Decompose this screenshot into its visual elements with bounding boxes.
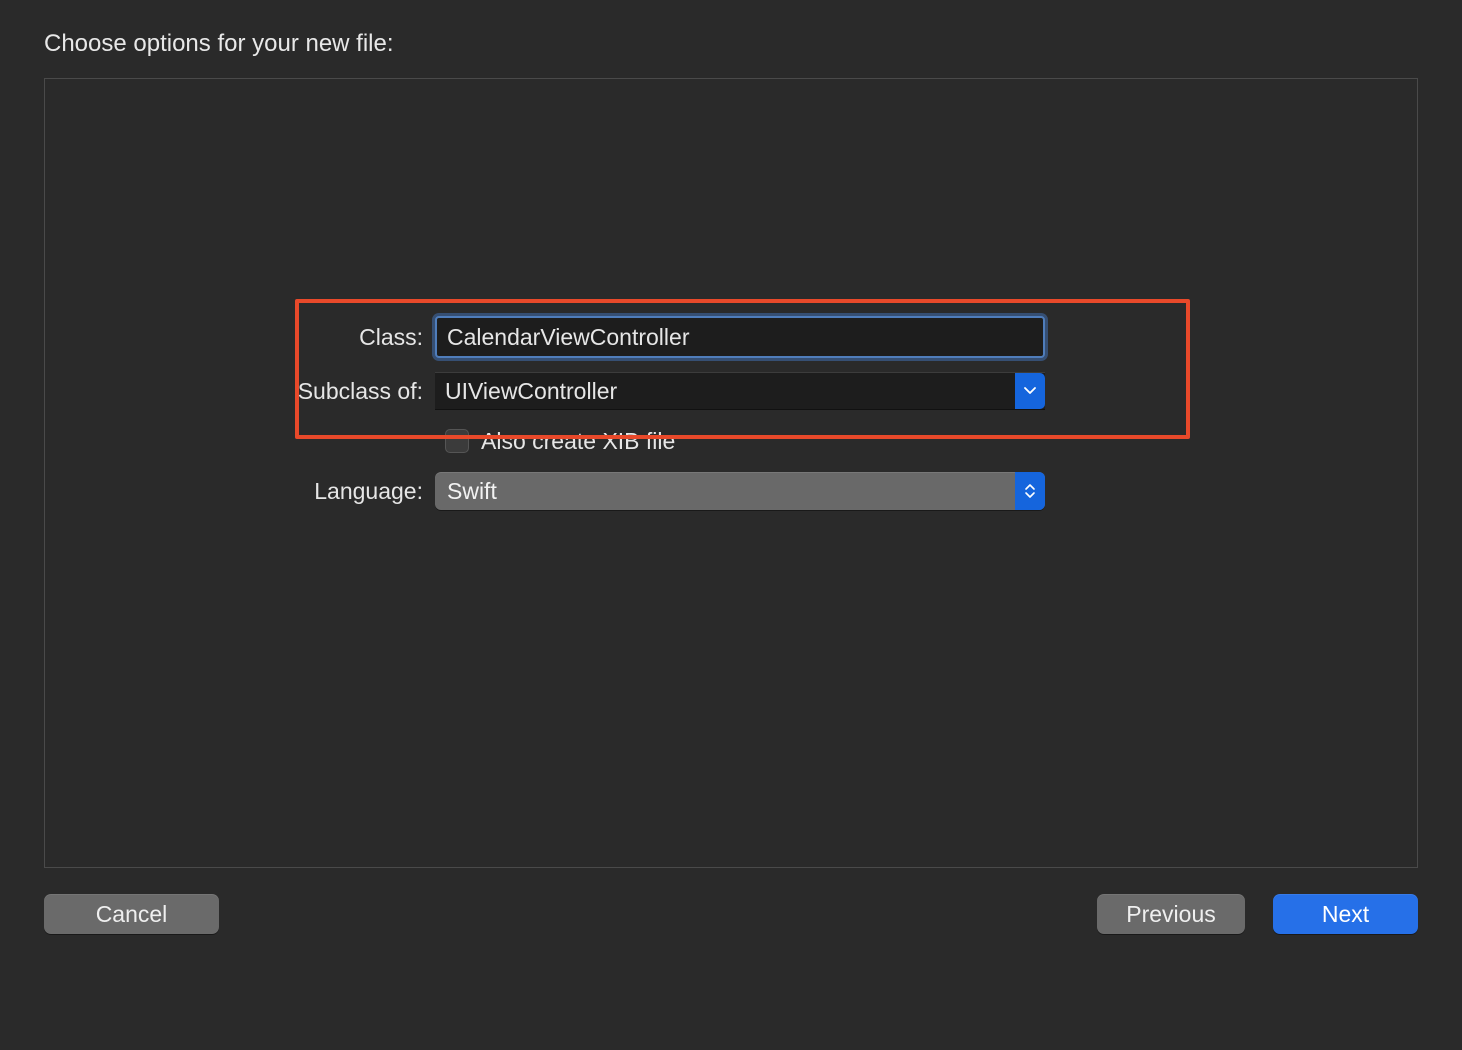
updown-icon (1015, 472, 1045, 510)
subclass-combo[interactable]: UIViewController (435, 372, 1045, 410)
class-row: Class: (45, 309, 1417, 365)
subclass-value: UIViewController (445, 378, 617, 405)
options-panel: Class: Subclass of: UIViewController (44, 78, 1418, 868)
chevron-down-icon (1015, 373, 1045, 409)
xib-label: Also create XIB file (481, 428, 675, 455)
next-button[interactable]: Next (1273, 894, 1418, 934)
cancel-button[interactable]: Cancel (44, 894, 219, 934)
sheet-heading: Choose options for your new file: (44, 30, 1418, 58)
class-label: Class: (45, 324, 435, 351)
previous-button[interactable]: Previous (1097, 894, 1245, 934)
language-value: Swift (447, 478, 497, 505)
language-row: Language: Swift (45, 465, 1417, 517)
subclass-row: Subclass of: UIViewController (45, 365, 1417, 417)
class-name-input[interactable] (435, 316, 1045, 358)
subclass-label: Subclass of: (45, 378, 435, 405)
options-form: Class: Subclass of: UIViewController (45, 309, 1417, 517)
button-bar: Cancel Previous Next (44, 894, 1418, 934)
language-label: Language: (45, 478, 435, 505)
new-file-options-sheet: Choose options for your new file: Class:… (0, 0, 1462, 964)
xib-row: Also create XIB file (45, 417, 1417, 465)
language-popup[interactable]: Swift (435, 472, 1045, 510)
xib-checkbox[interactable] (445, 429, 469, 453)
